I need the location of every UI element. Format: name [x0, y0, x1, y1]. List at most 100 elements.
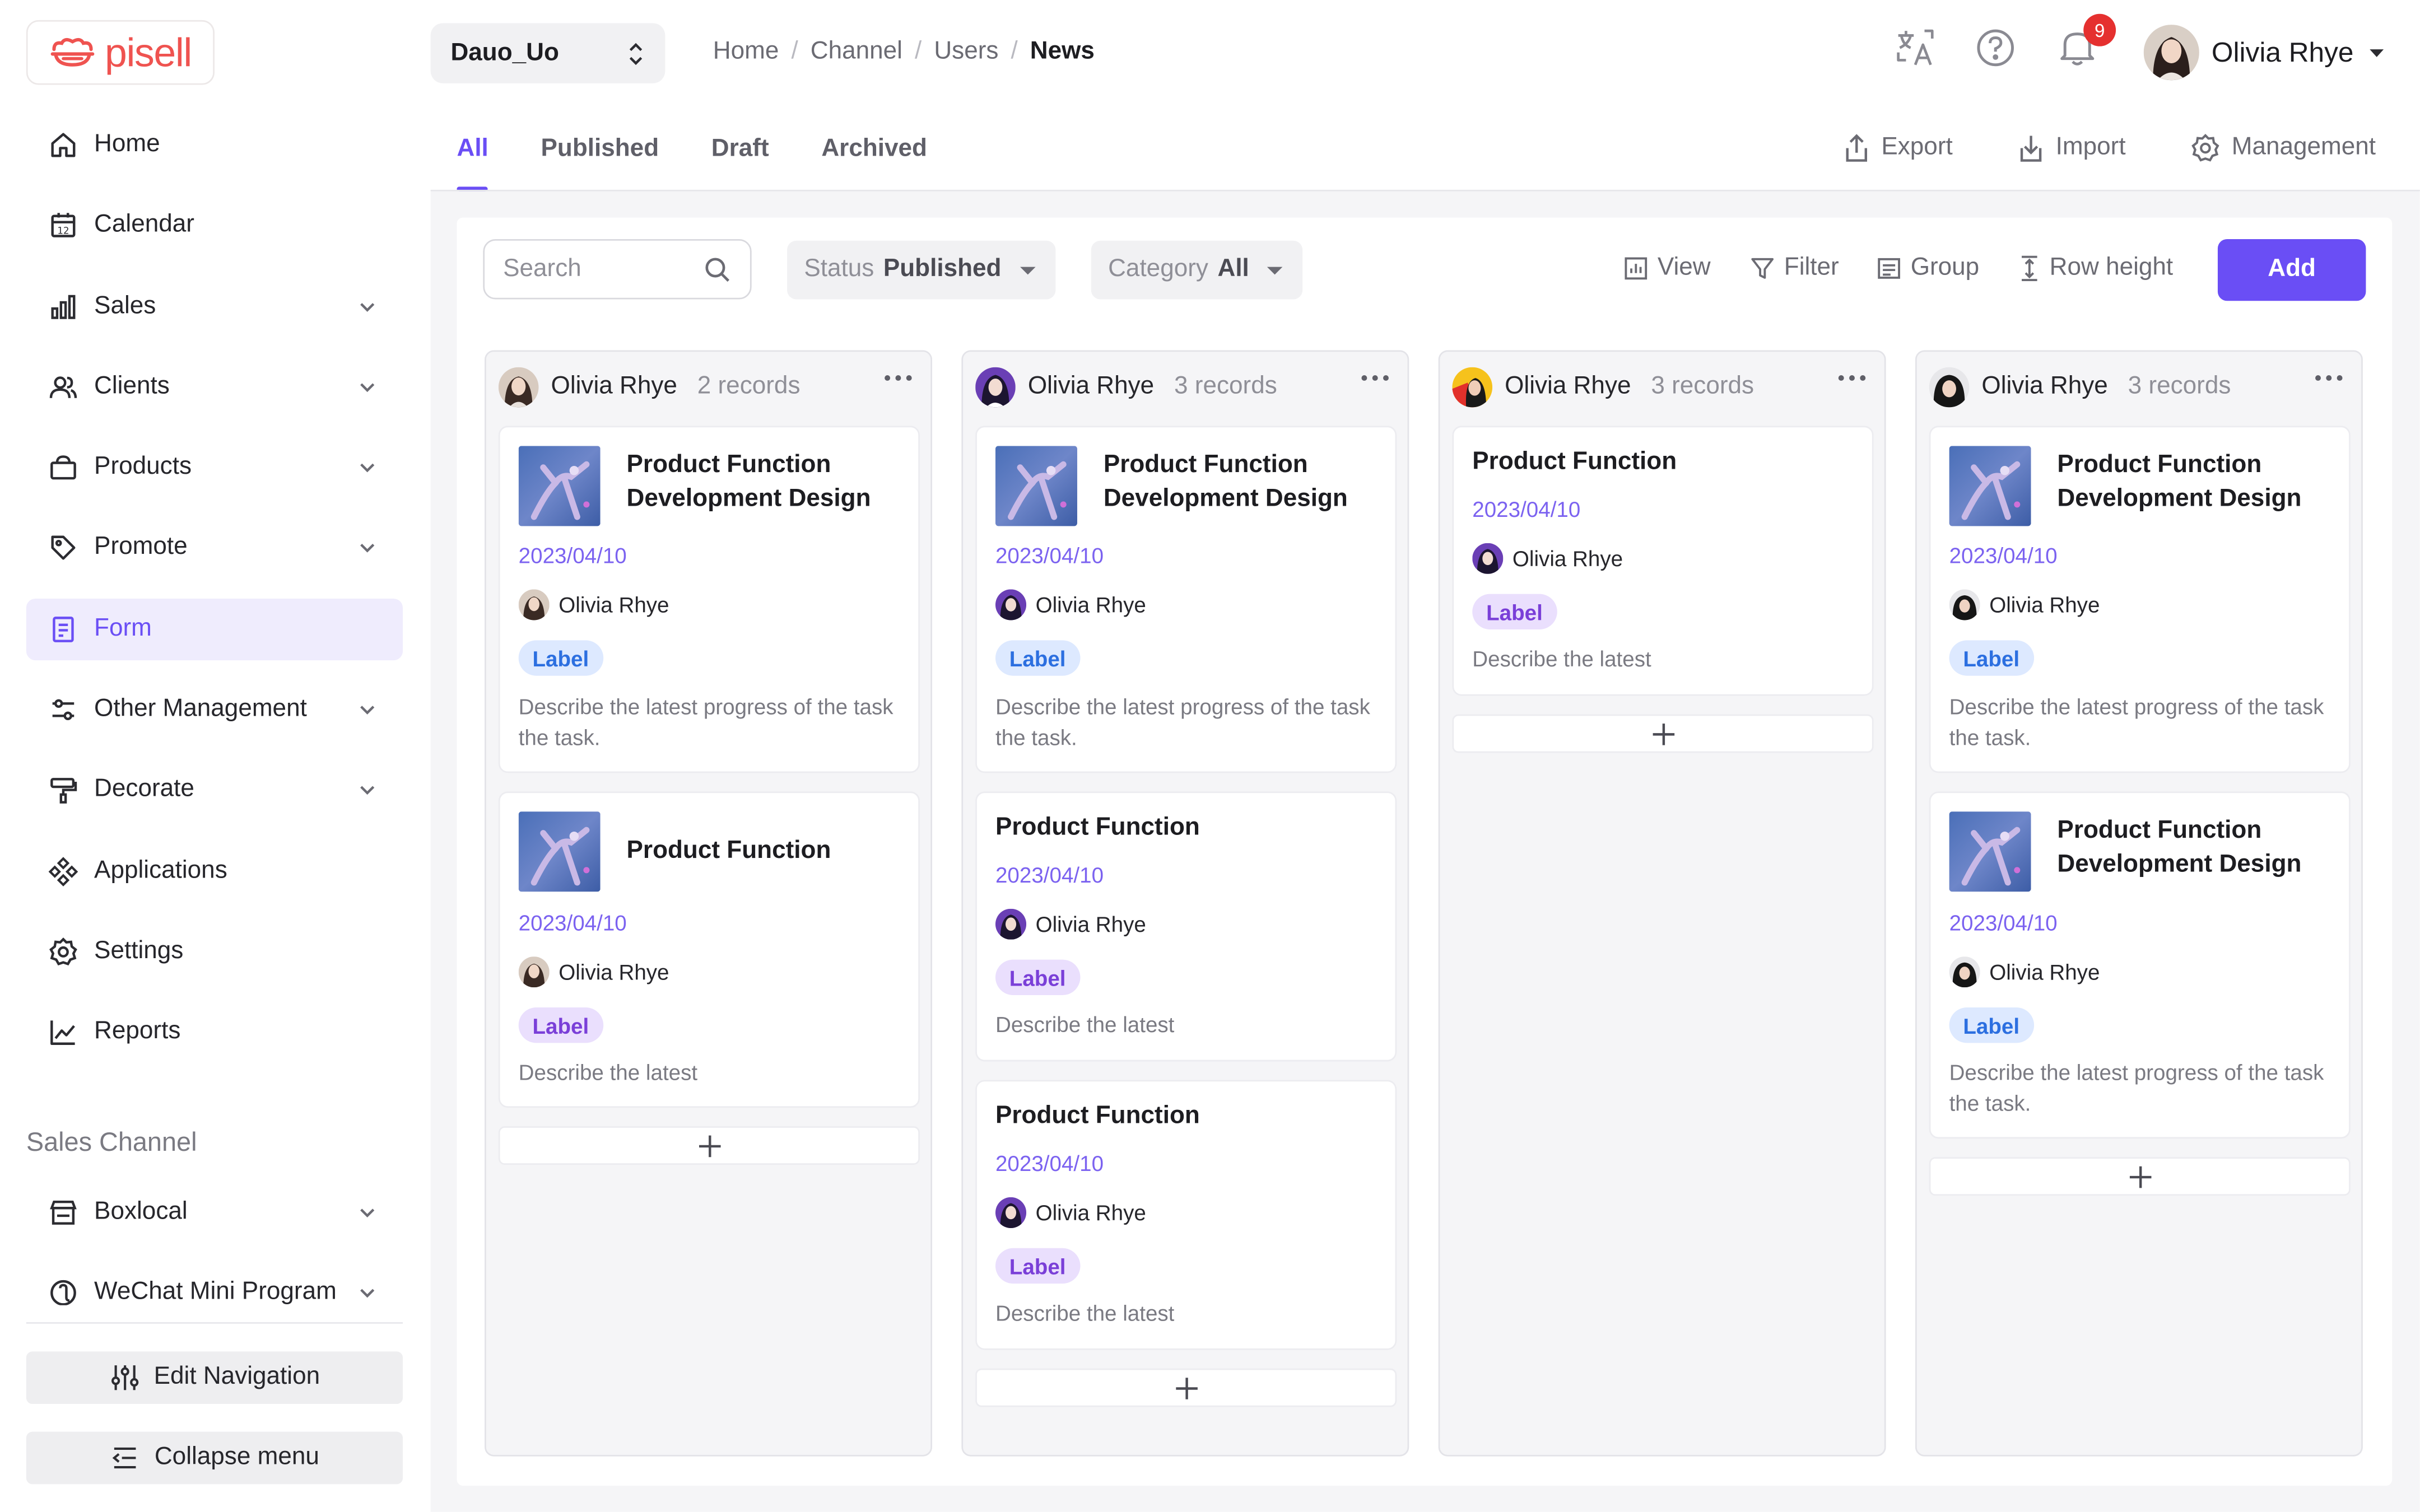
svg-text:12: 12 [57, 226, 69, 236]
more-icon[interactable] [1836, 374, 1867, 383]
tab-archived[interactable]: Archived [821, 133, 927, 192]
sidebar-item-applications[interactable]: Applications [26, 841, 403, 902]
card-assignee: Olivia Rhye [1949, 589, 2100, 620]
card-label: Label [995, 959, 1080, 995]
card-assignee: Olivia Rhye [995, 589, 1146, 620]
sidebar-item-sales[interactable]: Sales [26, 276, 403, 337]
view-button[interactable]: View [1623, 255, 1711, 283]
tag-icon [51, 536, 76, 561]
edit-navigation-button[interactable]: Edit Navigation [26, 1351, 403, 1404]
column-header: Olivia Rhye 3 records [975, 367, 1395, 408]
sidebar-item-clients[interactable]: Clients [26, 356, 403, 418]
task-card[interactable]: Product Function 2023/04/10 Olivia Rhye … [975, 791, 1397, 1062]
export-button[interactable]: Export [1842, 133, 1953, 164]
store-icon [50, 1200, 77, 1225]
task-card[interactable]: Product Function 2023/04/10 Olivia Rhye … [975, 1080, 1397, 1350]
sliders-icon [52, 699, 75, 721]
category-filter[interactable]: Category All [1091, 240, 1304, 300]
card-date: 2023/04/10 [518, 543, 627, 568]
sidebar-item-label: Applications [94, 857, 227, 884]
task-card[interactable]: Product Function 2023/04/10 Olivia Rhye … [498, 791, 920, 1108]
collapse-menu-button[interactable]: Collapse menu [26, 1431, 403, 1485]
avatar [1452, 367, 1493, 408]
paint-roller-icon [50, 778, 77, 804]
card-date: 2023/04/10 [1472, 497, 1581, 522]
gear-icon [2191, 133, 2219, 162]
task-card[interactable]: Product Function Development Design 2023… [1929, 791, 2351, 1139]
caret-down-icon [2370, 49, 2384, 57]
card-description: Describe the latest progress of the task… [1949, 694, 2324, 749]
chevron-down-icon[interactable] [356, 699, 378, 721]
apps-icon [48, 856, 78, 886]
add-card-button[interactable] [975, 1368, 1397, 1407]
add-card-button[interactable] [1452, 714, 1874, 753]
status-filter[interactable]: Status Published [787, 240, 1055, 300]
sidebar-item-settings[interactable]: Settings [26, 921, 403, 983]
translate-button[interactable] [1895, 28, 1935, 68]
tab-draft[interactable]: Draft [711, 133, 769, 192]
card-image [518, 446, 601, 526]
filter-button[interactable]: Filter [1750, 255, 1839, 283]
task-card[interactable]: Product Function Development Design 2023… [498, 426, 920, 773]
more-icon[interactable] [883, 374, 914, 383]
breadcrumb-channel[interactable]: Channel [811, 39, 902, 67]
user-name: Olivia Rhye [2211, 36, 2354, 67]
chevron-down-icon[interactable] [356, 296, 378, 318]
chevron-down-icon[interactable] [356, 1202, 378, 1224]
import-button[interactable]: Import [2017, 133, 2126, 164]
card-image [518, 811, 601, 892]
tab-published[interactable]: Published [541, 133, 659, 192]
add-button[interactable]: Add [2217, 239, 2366, 301]
status-filter-value: Published [883, 256, 1002, 283]
form-icon [53, 616, 74, 642]
sidebar-item-boxlocal[interactable]: Boxlocal [26, 1182, 403, 1243]
search-input[interactable]: Search [483, 239, 752, 300]
brand-name: pisell [104, 28, 192, 75]
avatar [995, 908, 1027, 940]
add-card-button[interactable] [498, 1126, 920, 1165]
more-icon[interactable] [2314, 374, 2344, 383]
help-button[interactable] [1975, 28, 2016, 68]
card-label: Label [1472, 594, 1557, 630]
brand-logo[interactable]: pisell [26, 20, 215, 85]
group-button[interactable]: Group [1877, 255, 1979, 283]
sidebar-item-other-management[interactable]: Other Management [26, 679, 403, 740]
chevron-down-icon[interactable] [356, 780, 378, 801]
column-count: 3 records [2128, 373, 2231, 400]
sidebar-item-home[interactable]: Home [26, 114, 403, 176]
column-owner: Olivia Rhye [1027, 373, 1155, 400]
user-menu[interactable]: Olivia Rhye [2143, 25, 2388, 81]
card-description: Describe the latest [518, 1060, 698, 1085]
task-card[interactable]: Product Function 2023/04/10 Olivia Rhye … [1452, 426, 1874, 696]
sidebar-item-wechat-mini-program[interactable]: WeChat Mini Program [26, 1262, 403, 1305]
breadcrumb-users[interactable]: Users [934, 39, 998, 67]
chevron-down-icon[interactable] [356, 457, 378, 479]
row-height-button[interactable]: Row height [2019, 255, 2173, 283]
store-name: Dauo_Uo [450, 39, 559, 66]
task-card[interactable]: Product Function Development Design 2023… [975, 426, 1397, 773]
sidebar-item-calendar[interactable]: 12 Calendar [26, 195, 403, 256]
sidebar-item-promote[interactable]: Promote [26, 517, 403, 579]
sidebar-item-reports[interactable]: Reports [26, 1002, 403, 1063]
chevron-down-icon[interactable] [356, 1282, 378, 1304]
sidebar-item-products[interactable]: Products [26, 437, 403, 498]
avatar [1949, 589, 1980, 620]
more-icon[interactable] [1360, 374, 1390, 383]
add-card-button[interactable] [1929, 1157, 2351, 1196]
breadcrumb-separator: / [915, 38, 922, 65]
store-selector[interactable]: Dauo_Uo [430, 23, 666, 83]
app-root: pisell Home 12 Calendar Sales Clients Pr… [0, 0, 2420, 1512]
chevron-down-icon[interactable] [356, 376, 378, 398]
sidebar-item-form[interactable]: Form [26, 598, 403, 660]
card-assignee: Olivia Rhye [518, 589, 669, 620]
sidebar-item-decorate[interactable]: Decorate [26, 759, 403, 821]
management-button[interactable]: Management [2190, 133, 2376, 164]
breadcrumb-home[interactable]: Home [713, 39, 779, 67]
task-card[interactable]: Product Function Development Design 2023… [1929, 426, 2351, 773]
tab-all[interactable]: All [457, 133, 490, 192]
breadcrumb-separator: / [1011, 38, 1018, 65]
calendar-icon: 12 [51, 213, 76, 238]
gear-icon [49, 937, 77, 965]
chevron-down-icon[interactable] [356, 538, 378, 559]
sidebar-item-label: WeChat Mini Program [94, 1279, 337, 1305]
